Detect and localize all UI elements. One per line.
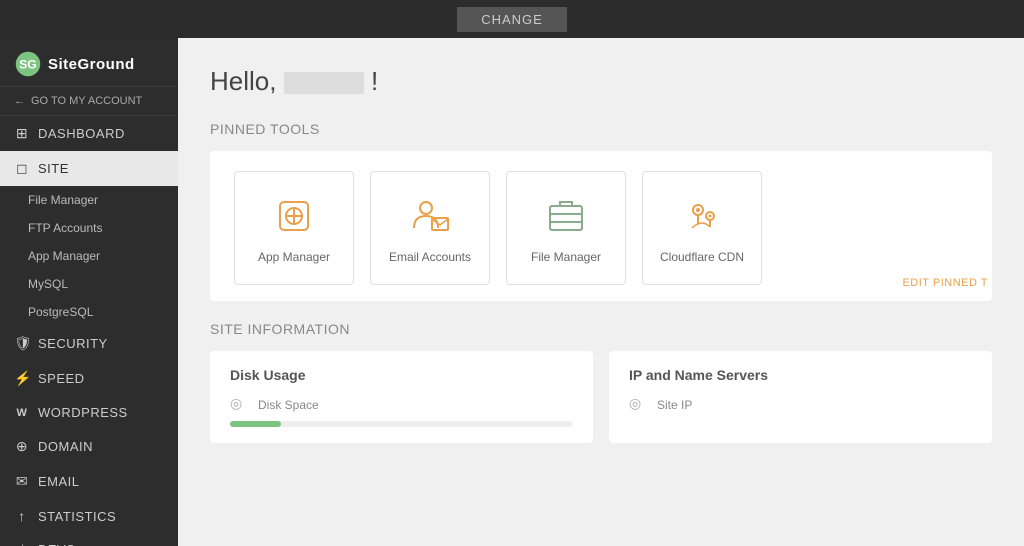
- sidebar: SG SiteGround ← GO TO MY ACCOUNT ⊞ DASHB…: [0, 38, 178, 546]
- main-layout: SG SiteGround ← GO TO MY ACCOUNT ⊞ DASHB…: [0, 38, 1024, 546]
- tool-file-manager[interactable]: File Manager: [506, 171, 626, 285]
- sidebar-item-wordpress[interactable]: W WORDPRESS: [0, 396, 178, 429]
- security-icon: 🛡: [14, 335, 30, 352]
- top-bar: CHANGE: [0, 0, 1024, 38]
- content-area: Hello, ! Pinned Tools App Ma: [178, 38, 1024, 546]
- site-ip-row: ◎ Site IP: [629, 395, 972, 415]
- dashboard-label: DASHBOARD: [38, 126, 125, 141]
- pinned-tools-title: Pinned Tools: [210, 121, 992, 137]
- tool-cloudflare-cdn[interactable]: Cloudflare CDN: [642, 171, 762, 285]
- tools-grid: App Manager Email Accounts: [234, 171, 968, 285]
- sidebar-item-speed[interactable]: ⚡ SPEED: [0, 361, 178, 396]
- email-accounts-label: Email Accounts: [389, 250, 471, 264]
- disk-usage-title: Disk Usage: [230, 367, 573, 383]
- greeting-suffix: !: [371, 66, 378, 96]
- sidebar-item-email[interactable]: ✉ EMAIL: [0, 464, 178, 499]
- domain-icon: ⊕: [14, 438, 30, 455]
- devs-label: DEVS: [38, 542, 75, 546]
- disk-bar-background: [230, 421, 573, 427]
- file-manager-label: File Manager: [531, 250, 601, 264]
- sidebar-sub-app-manager[interactable]: App Manager: [0, 242, 178, 270]
- statistics-icon: ↑: [14, 508, 30, 524]
- app-manager-sub-label: App Manager: [28, 249, 100, 263]
- tool-email-accounts[interactable]: Email Accounts: [370, 171, 490, 285]
- pinned-tools-card: App Manager Email Accounts: [210, 151, 992, 301]
- greeting: Hello, !: [210, 66, 992, 97]
- site-label: SITE: [38, 161, 69, 176]
- ip-name-servers-card: IP and Name Servers ◎ Site IP: [609, 351, 992, 443]
- go-to-account-link[interactable]: ← GO TO MY ACCOUNT: [0, 86, 178, 116]
- sidebar-item-dashboard[interactable]: ⊞ DASHBOARD: [0, 116, 178, 151]
- sidebar-sub-file-manager[interactable]: File Manager: [0, 186, 178, 214]
- file-manager-icon: [542, 192, 590, 240]
- statistics-label: STATISTICS: [38, 509, 116, 524]
- email-accounts-icon: [406, 192, 454, 240]
- site-info-title: Site Information: [210, 321, 992, 337]
- siteground-logo-icon: SG: [14, 50, 42, 78]
- speed-icon: ⚡: [14, 370, 30, 387]
- disk-space-label: Disk Space: [258, 398, 319, 412]
- disk-bar-fill: [230, 421, 281, 427]
- speed-label: SPEED: [38, 371, 85, 386]
- email-icon: ✉: [14, 473, 30, 490]
- app-manager-icon: [270, 192, 318, 240]
- sidebar-sub-mysql[interactable]: MySQL: [0, 270, 178, 298]
- go-to-account-label: GO TO MY ACCOUNT: [31, 95, 142, 107]
- site-info-cards: Disk Usage ◎ Disk Space IP and Name Serv…: [210, 351, 992, 443]
- wordpress-label: WORDPRESS: [38, 405, 128, 420]
- file-manager-sub-label: File Manager: [28, 193, 98, 207]
- change-button[interactable]: CHANGE: [457, 7, 567, 32]
- edit-pinned-button[interactable]: EDIT PINNED T: [902, 277, 992, 289]
- site-icon: ◻: [14, 160, 30, 177]
- tool-app-manager[interactable]: App Manager: [234, 171, 354, 285]
- pinned-tools-section: Pinned Tools App Manager: [210, 121, 992, 301]
- disk-usage-card: Disk Usage ◎ Disk Space: [210, 351, 593, 443]
- ip-name-servers-title: IP and Name Servers: [629, 367, 972, 383]
- ftp-accounts-sub-label: FTP Accounts: [28, 221, 102, 235]
- dashboard-icon: ⊞: [14, 125, 30, 142]
- sidebar-item-security[interactable]: 🛡 SECURITY: [0, 326, 178, 361]
- sidebar-item-statistics[interactable]: ↑ STATISTICS: [0, 499, 178, 533]
- sidebar-sub-postgresql[interactable]: PostgreSQL: [0, 298, 178, 326]
- sidebar-item-domain[interactable]: ⊕ DOMAIN: [0, 429, 178, 464]
- logo-text: SiteGround: [48, 56, 135, 73]
- sidebar-item-site[interactable]: ◻ SITE: [0, 151, 178, 186]
- app-manager-label: App Manager: [258, 250, 330, 264]
- domain-label: DOMAIN: [38, 439, 93, 454]
- sidebar-sub-ftp-accounts[interactable]: FTP Accounts: [0, 214, 178, 242]
- sidebar-logo: SG SiteGround: [0, 38, 178, 86]
- disk-space-row: ◎ Disk Space: [230, 395, 573, 415]
- sidebar-item-devs[interactable]: </> DEVS: [0, 533, 178, 546]
- username-blurred: [284, 72, 364, 94]
- mysql-sub-label: MySQL: [28, 277, 68, 291]
- ip-icon: ◎: [629, 395, 649, 415]
- site-info-section: Site Information Disk Usage ◎ Disk Space…: [210, 321, 992, 443]
- back-arrow-icon: ←: [14, 95, 25, 107]
- postgresql-sub-label: PostgreSQL: [28, 305, 93, 319]
- disk-icon: ◎: [230, 395, 250, 415]
- security-label: SECURITY: [38, 336, 108, 351]
- email-label: EMAIL: [38, 474, 80, 489]
- cloudflare-cdn-icon: [678, 192, 726, 240]
- wordpress-icon: W: [14, 407, 30, 419]
- svg-text:SG: SG: [19, 57, 37, 71]
- greeting-text: Hello,: [210, 66, 276, 96]
- cloudflare-cdn-label: Cloudflare CDN: [660, 250, 744, 264]
- site-ip-label: Site IP: [657, 398, 692, 412]
